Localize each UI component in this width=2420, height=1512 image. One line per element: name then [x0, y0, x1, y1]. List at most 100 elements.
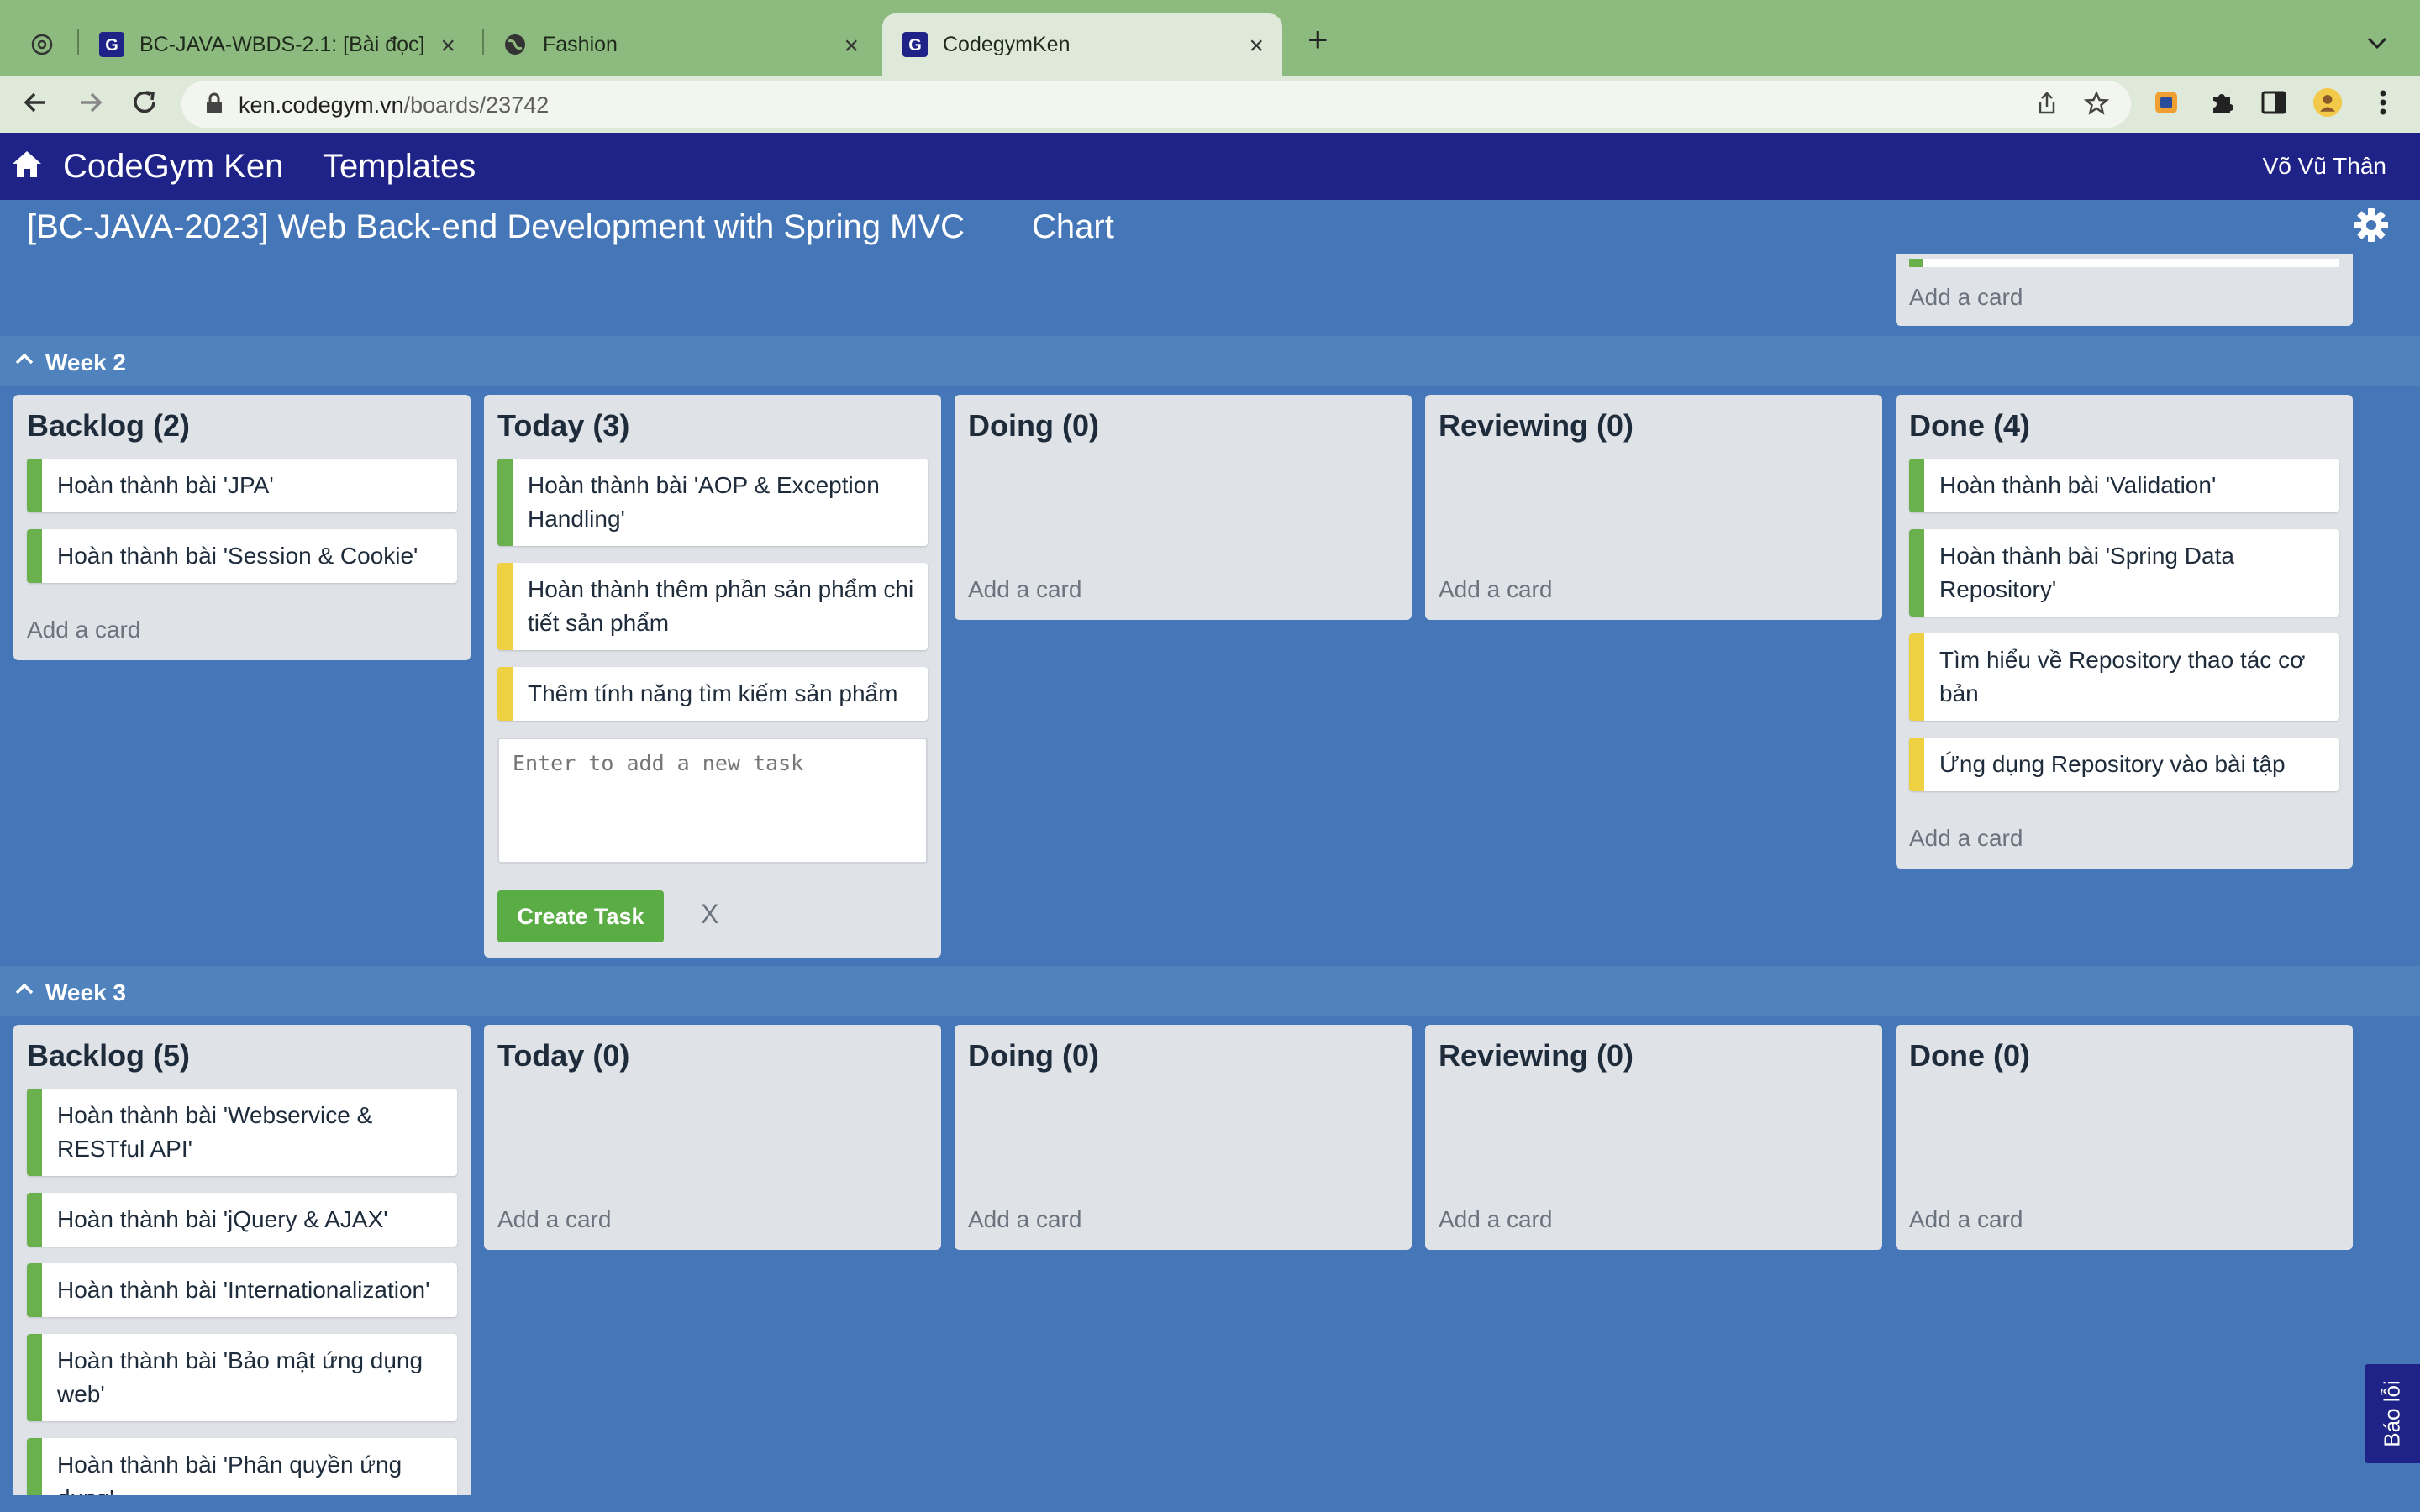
cancel-new-task-button[interactable]: X	[701, 899, 718, 930]
close-tab-icon[interactable]: ×	[1249, 32, 1264, 60]
chevron-up-icon[interactable]	[13, 348, 35, 374]
card[interactable]: Hoàn thành thêm phần sản phẩm chi tiết s…	[497, 563, 928, 650]
codegym-icon: G	[99, 32, 124, 57]
card[interactable]: Hoàn thành bài 'AOP & Exception Handling…	[497, 459, 928, 546]
app-navbar: CodeGym Ken Templates Võ Vũ Thân	[0, 133, 2420, 200]
card[interactable]: Tìm hiểu về Repository thao tác cơ bản	[1909, 633, 2339, 721]
tab-codegymken[interactable]: G CodegymKen ×	[882, 13, 1282, 76]
back-arrow-icon[interactable]	[20, 87, 50, 124]
card-text: Hoàn thành bài 'Validation'	[1939, 472, 2217, 498]
new-task-input[interactable]	[497, 738, 928, 864]
card[interactable]: Hoàn thành bài 'Validation'	[1909, 459, 2339, 512]
add-card-link[interactable]: Add a card	[1909, 825, 2023, 852]
week-3-header[interactable]: Week 3	[0, 966, 2420, 1016]
tab-search-chevron-icon[interactable]	[2366, 29, 2388, 55]
puzzle-extensions-icon[interactable]	[2207, 87, 2237, 118]
card[interactable]: Hoàn thành bài 'Spring Data Repository'	[1909, 529, 2339, 617]
list-title: Today (0)	[497, 1038, 630, 1073]
url-host: ken.codegym.vn	[239, 92, 404, 118]
codegym-icon: G	[902, 32, 928, 57]
card[interactable]: Ứng dụng Repository vào bài tập	[1909, 738, 2339, 791]
card[interactable]: Hoàn thành bài 'Internationalization'	[27, 1263, 457, 1317]
profile-avatar[interactable]	[2312, 87, 2343, 118]
chevron-up-icon[interactable]	[13, 978, 35, 1004]
bug-report-button[interactable]: Báo lỗi	[2365, 1364, 2420, 1463]
bookmark-star-icon[interactable]	[2083, 90, 2110, 123]
gear-icon[interactable]	[2353, 207, 2390, 248]
chart-link[interactable]: Chart	[1032, 208, 1114, 246]
card-stub[interactable]	[1909, 259, 2339, 267]
list-title: Reviewing (0)	[1439, 408, 1634, 443]
brand-link[interactable]: CodeGym Ken	[63, 148, 283, 186]
card-text: Hoàn thành bài 'Webservice & RESTful API…	[57, 1102, 373, 1162]
list-done: Done (4) Hoàn thành bài 'Validation' Hoà…	[1896, 395, 2353, 869]
card-text: Hoàn thành thêm phần sản phẩm chi tiết s…	[528, 576, 914, 636]
globe-icon	[502, 32, 528, 57]
week-2-header[interactable]: Week 2	[0, 336, 2420, 386]
card-text: Hoàn thành bài 'JPA'	[57, 472, 274, 498]
add-card-link[interactable]: Add a card	[968, 1206, 1081, 1233]
tab-title: CodegymKen	[943, 32, 1071, 56]
home-icon[interactable]	[10, 148, 44, 186]
kebab-menu-icon[interactable]	[2368, 87, 2398, 118]
new-tab-button[interactable]: +	[1307, 22, 1328, 57]
tab-title: Fashion	[543, 32, 618, 56]
close-tab-icon[interactable]: ×	[844, 32, 859, 60]
week-title: Week 3	[45, 979, 126, 1005]
list-title: Backlog (2)	[27, 408, 191, 443]
list-doing: Doing (0) Add a card	[955, 395, 1412, 620]
close-tab-icon[interactable]: ×	[440, 32, 455, 60]
bug-report-label: Báo lỗi	[2379, 1380, 2405, 1447]
add-card-link[interactable]: Add a card	[1909, 284, 2023, 311]
card[interactable]: Hoàn thành bài 'Phân quyền ứng dụng'	[27, 1438, 457, 1495]
templates-link[interactable]: Templates	[323, 148, 476, 186]
card-text: Thêm tính năng tìm kiếm sản phẩm	[528, 680, 898, 706]
card[interactable]: Hoàn thành bài 'JPA'	[27, 459, 457, 512]
add-card-link[interactable]: Add a card	[1439, 1206, 1552, 1233]
card[interactable]: Hoàn thành bài 'Webservice & RESTful API…	[27, 1089, 457, 1176]
list-today: Today (0) Add a card	[484, 1025, 941, 1250]
list-title: Doing (0)	[968, 408, 1099, 443]
reload-icon[interactable]	[129, 87, 160, 124]
share-icon[interactable]	[2035, 91, 2059, 123]
card[interactable]: Hoàn thành bài 'Bảo mật ứng dụng web'	[27, 1334, 457, 1421]
tab-bc-java[interactable]: G BC-JAVA-WBDS-2.1: [Bài đọc] ×	[87, 13, 474, 76]
tab-pinned[interactable]	[30, 13, 64, 76]
card[interactable]: Hoàn thành bài 'Session & Cookie'	[27, 529, 457, 583]
lock-icon[interactable]	[205, 92, 224, 119]
user-name[interactable]: Võ Vũ Thân	[2263, 153, 2386, 180]
card-text: Tìm hiểu về Repository thao tác cơ bản	[1939, 647, 2306, 706]
add-card-link[interactable]: Add a card	[27, 617, 140, 643]
list-reviewing: Reviewing (0) Add a card	[1425, 1025, 1882, 1250]
forward-arrow-icon[interactable]	[76, 87, 106, 124]
url-path: /boards/23742	[403, 92, 550, 118]
list-reviewing: Reviewing (0) Add a card	[1425, 395, 1882, 620]
card-text: Hoàn thành bài 'Session & Cookie'	[57, 543, 418, 569]
card[interactable]: Hoàn thành bài 'jQuery & AJAX'	[27, 1193, 457, 1247]
tab-separator	[77, 29, 79, 55]
list-week1-done-remnant: Add a card	[1896, 254, 2353, 326]
card-text: Hoàn thành bài 'Spring Data Repository'	[1939, 543, 2234, 602]
list-backlog: Backlog (5) Hoàn thành bài 'Webservice &…	[13, 1025, 471, 1495]
add-card-link[interactable]: Add a card	[1909, 1206, 2023, 1233]
side-panel-icon[interactable]	[2259, 87, 2289, 118]
list-title: Backlog (5)	[27, 1038, 191, 1073]
card-text: Hoàn thành bài 'Internationalization'	[57, 1277, 430, 1303]
svg-text:G: G	[105, 36, 118, 55]
list-title: Done (4)	[1909, 408, 2030, 443]
browser-tab-bar: G BC-JAVA-WBDS-2.1: [Bài đọc] × Fashion …	[0, 0, 2420, 76]
tab-fashion[interactable]: Fashion ×	[491, 13, 877, 76]
list-title: Done (0)	[1909, 1038, 2030, 1073]
list-backlog: Backlog (2) Hoàn thành bài 'JPA' Hoàn th…	[13, 395, 471, 660]
create-task-button[interactable]: Create Task	[497, 890, 664, 942]
list-title: Reviewing (0)	[1439, 1038, 1634, 1073]
card-text: Hoàn thành bài 'Bảo mật ứng dụng web'	[57, 1347, 424, 1407]
card[interactable]: Thêm tính năng tìm kiếm sản phẩm	[497, 667, 928, 721]
add-card-link[interactable]: Add a card	[1439, 576, 1552, 603]
chatgpt-icon	[30, 32, 54, 57]
add-card-link[interactable]: Add a card	[497, 1206, 611, 1233]
address-bar[interactable]: ken.codegym.vn/boards/23742	[182, 81, 2131, 128]
extension-icon[interactable]	[2151, 87, 2181, 118]
add-card-link[interactable]: Add a card	[968, 576, 1081, 603]
card-text: Hoàn thành bài 'Phân quyền ứng dụng'	[57, 1452, 402, 1495]
